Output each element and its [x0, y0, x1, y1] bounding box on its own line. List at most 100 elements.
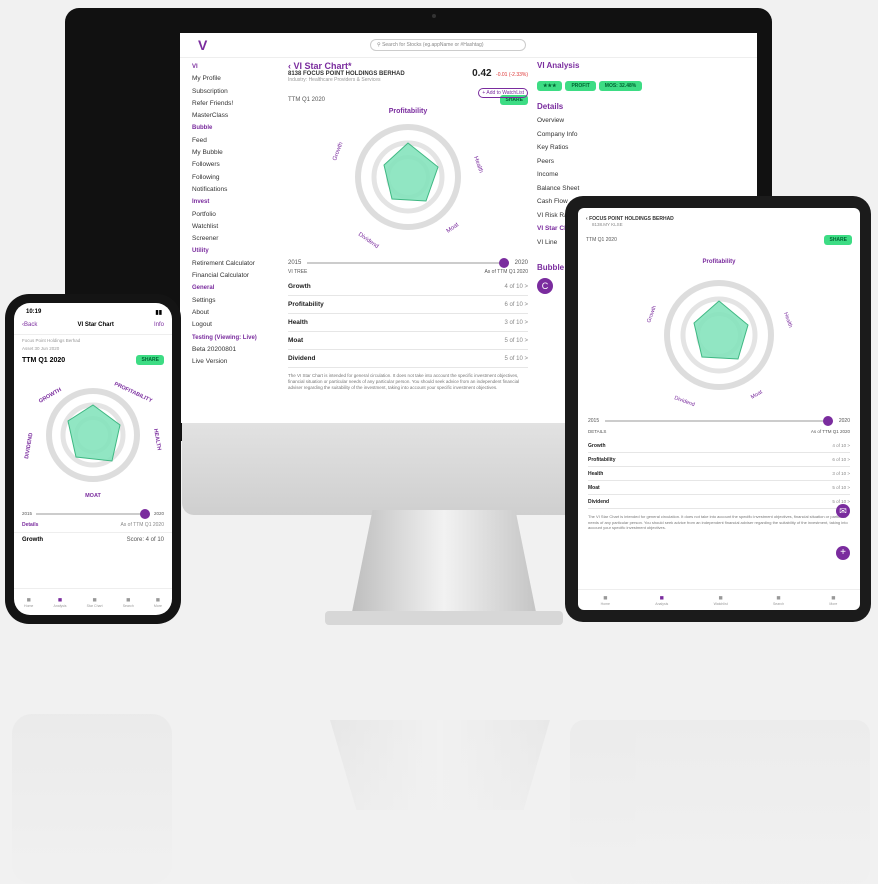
tab-label: Home: [24, 603, 34, 608]
iphone-slider-row: 2015 2020: [14, 508, 172, 519]
score-value: 5 of 10 >: [504, 337, 528, 344]
bubble-avatar[interactable]: C: [537, 278, 553, 294]
details-item[interactable]: Peers: [537, 155, 687, 169]
tab-item[interactable]: ■ Star Chart: [87, 597, 103, 608]
sidebar-item[interactable]: Live Version: [192, 356, 277, 368]
radar-label-top: Profitability: [389, 108, 428, 115]
sidebar-item[interactable]: About: [192, 307, 277, 319]
details-item[interactable]: Key Ratios: [537, 141, 687, 155]
iphone-radar-chart: PROFITABILITY GROWTH HEALTH DIVIDEND MOA…: [24, 381, 162, 499]
sidebar-item[interactable]: Financial Calculator: [192, 270, 277, 282]
sidebar-item[interactable]: Retirement Calculator: [192, 258, 277, 270]
iphone-share-button[interactable]: SHARE: [136, 355, 164, 365]
add-watchlist-button[interactable]: + Add to WatchList: [478, 88, 528, 98]
tab-icon: ■: [659, 594, 664, 602]
period-label: TTM Q1 2020: [288, 97, 326, 103]
price-change: -0.01 (-2.33%): [496, 72, 528, 78]
sidebar-item[interactable]: Subscription: [192, 86, 277, 98]
score-value: 3 of 10 >: [832, 471, 850, 476]
sidebar-item[interactable]: Screener: [192, 233, 277, 245]
score-value: 5 of 10 >: [504, 355, 528, 362]
slider-handle[interactable]: [498, 258, 509, 268]
tab-item[interactable]: ■ Watchlist: [714, 595, 728, 606]
analysis-pill[interactable]: PROFIT: [565, 81, 596, 91]
score-row[interactable]: Health 3 of 10 >: [588, 467, 850, 481]
tab-item[interactable]: ■ Analysis: [54, 597, 67, 608]
sidebar-section-header: Bubble: [192, 125, 213, 132]
sidebar-item[interactable]: Followers: [192, 159, 277, 171]
iphone-radar-label-left: GROWTH: [38, 387, 63, 405]
tab-item[interactable]: ■ Home: [24, 597, 33, 608]
tab-item[interactable]: ■ Home: [601, 595, 610, 606]
score-row[interactable]: Health 3 of 10 >: [288, 314, 528, 332]
iphone-growth-row[interactable]: Growth Score: 4 of 10: [14, 533, 172, 547]
sidebar-item[interactable]: MasterClass: [192, 110, 277, 122]
page-title-text: VI Star Chart: [293, 61, 349, 71]
details-item[interactable]: Company Info: [537, 128, 687, 142]
details-item[interactable]: Balance Sheet: [537, 182, 687, 196]
ipad-radar-label-top: Profitability: [702, 259, 736, 265]
iphone-growth-score: Score: 4 of 10: [126, 537, 164, 543]
analysis-title: VI Analysis: [537, 61, 580, 70]
iphone-screen: 10:19 ▮▮ ‹Back VI Star Chart Info Focus …: [14, 303, 172, 615]
tab-label: Watchlist: [713, 601, 728, 606]
sidebar-item[interactable]: Watchlist: [192, 221, 277, 233]
ipad-chat-icon[interactable]: ✉: [836, 504, 850, 518]
score-row[interactable]: Growth 4 of 10 >: [288, 278, 528, 296]
info-button[interactable]: Info: [154, 322, 164, 328]
radar-label-right: Health: [472, 156, 484, 174]
tab-item[interactable]: ■ Search: [123, 597, 134, 608]
ipad-add-icon[interactable]: +: [836, 546, 850, 560]
main-panel: ‹ VI Star Chart* 8138 FOCUS POINT HOLDIN…: [288, 61, 528, 391]
search-input[interactable]: ⚲ Search for Stocks (eg.appName or #Hash…: [370, 39, 526, 51]
price-block: 0.42 -0.01 (-2.33%) + Add to WatchList: [453, 63, 528, 99]
sidebar-item[interactable]: My Bubble: [192, 147, 277, 159]
analysis-pill[interactable]: ★★★: [537, 81, 563, 91]
tab-item[interactable]: ■ Search: [773, 595, 784, 606]
ipad-tab-bar: ■ Home ■ Analysis ■ Watchlist ■ Search ■ More: [578, 589, 860, 610]
imac-stand: [350, 510, 538, 622]
score-value: 4 of 10 >: [832, 443, 850, 448]
year-slider[interactable]: [307, 258, 509, 268]
score-row[interactable]: Moat 5 of 10 >: [588, 481, 850, 495]
iphone-time: 10:19: [26, 309, 42, 315]
tab-item[interactable]: ■ Analysis: [655, 595, 668, 606]
score-row[interactable]: Profitability 6 of 10 >: [288, 296, 528, 314]
tab-item[interactable]: ■ More: [154, 597, 162, 608]
score-row[interactable]: Profitability 6 of 10 >: [588, 453, 850, 467]
score-row[interactable]: Dividend 5 of 10 >: [588, 495, 850, 509]
ipad-year-slider[interactable]: [605, 416, 833, 426]
sidebar-item[interactable]: My Profile: [192, 73, 277, 85]
iphone-details-row: Details As of TTM Q1 2020: [14, 518, 172, 533]
sidebar-item[interactable]: Settings: [192, 295, 277, 307]
sidebar-item[interactable]: Refer Friends!: [192, 98, 277, 110]
details-item[interactable]: Income: [537, 168, 687, 182]
ipad-radar-label-bottom-left: Dividend: [673, 395, 695, 408]
score-label: Health: [588, 470, 604, 477]
iphone-details-label: Details: [22, 522, 39, 528]
sidebar-item[interactable]: Logout: [192, 319, 277, 331]
score-row[interactable]: Moat 5 of 10 >: [288, 332, 528, 350]
score-row[interactable]: Dividend 5 of 10 >: [288, 350, 528, 368]
ipad-radar-label-right: Health: [782, 312, 793, 329]
iphone-radar-label-bottom: MOAT: [85, 493, 101, 499]
iphone-slider-handle[interactable]: [139, 508, 150, 519]
iphone-slider-from: 2015: [22, 511, 33, 516]
score-row[interactable]: Growth 4 of 10 >: [588, 439, 850, 453]
tab-icon: ■: [603, 594, 608, 602]
sidebar-item[interactable]: Beta 20200801: [192, 344, 277, 356]
sidebar-item[interactable]: Feed: [192, 135, 277, 147]
iphone-year-slider[interactable]: [36, 508, 150, 519]
back-button[interactable]: ‹Back: [22, 322, 37, 328]
ipad-radar-chart: Profitability Growth Health Dividend Moa…: [646, 259, 793, 408]
sidebar-item[interactable]: Portfolio: [192, 209, 277, 221]
ipad-share-button[interactable]: SHARE: [824, 235, 852, 245]
sidebar-item[interactable]: Following: [192, 172, 277, 184]
ipad-slider-handle[interactable]: [822, 416, 833, 426]
app-logo[interactable]: V: [198, 37, 207, 53]
slider-from: 2015: [288, 260, 302, 266]
details-item[interactable]: Overview: [537, 114, 687, 128]
tab-item[interactable]: ■ More: [829, 595, 837, 606]
sidebar-item[interactable]: Notifications: [192, 184, 277, 196]
analysis-pill[interactable]: MOS: 32.48%: [598, 81, 643, 91]
